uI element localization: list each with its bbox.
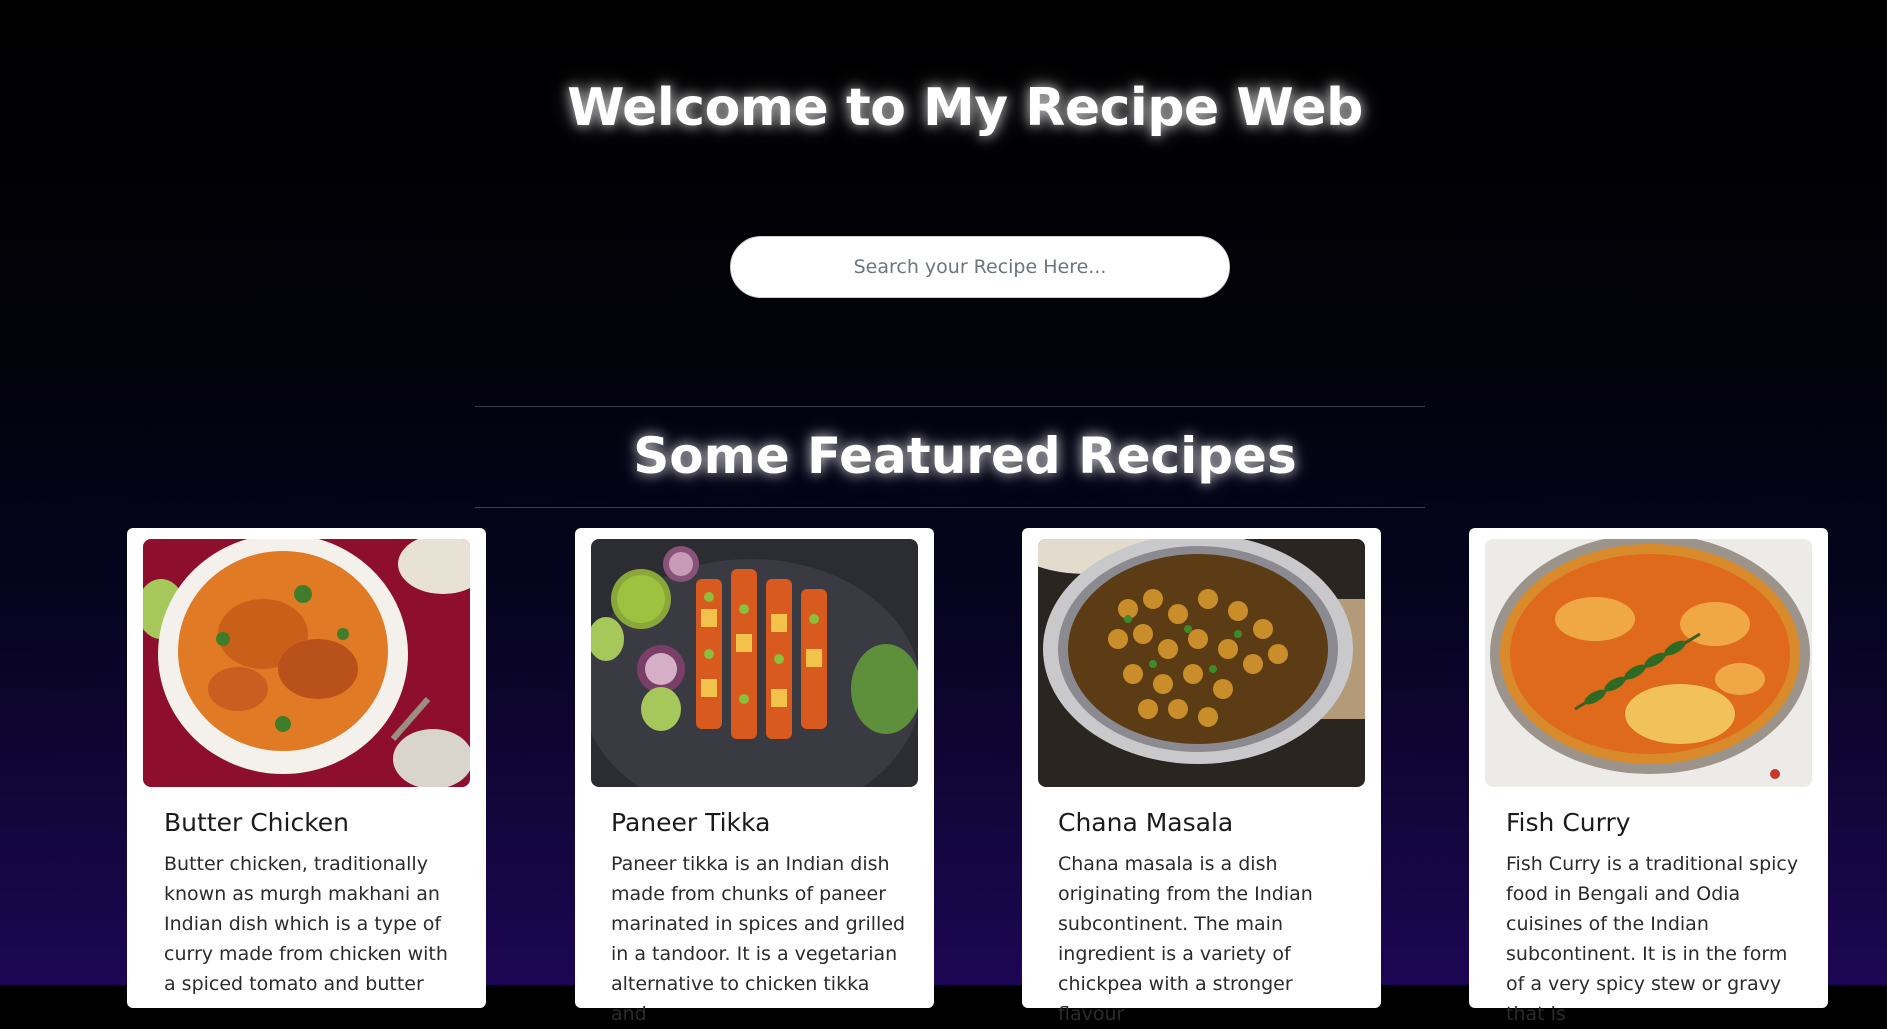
butter-chicken-photo bbox=[143, 539, 470, 787]
paneer-tikka-photo bbox=[591, 539, 918, 787]
search-bar bbox=[730, 236, 1230, 298]
recipe-card-title: Paneer Tikka bbox=[611, 808, 771, 837]
section-divider-top bbox=[475, 406, 1425, 407]
recipe-card-title: Chana Masala bbox=[1058, 808, 1234, 837]
recipe-card-title: Fish Curry bbox=[1506, 808, 1631, 837]
search-input[interactable] bbox=[730, 236, 1230, 298]
chana-masala-photo bbox=[1038, 539, 1365, 787]
recipe-card-description: Fish Curry is a traditional spicy food i… bbox=[1506, 853, 1799, 1025]
featured-section-title: Some Featured Recipes bbox=[633, 427, 1297, 485]
fish-curry-photo bbox=[1485, 539, 1812, 787]
recipe-card-description: Chana masala is a dish originating from … bbox=[1058, 853, 1313, 1025]
section-divider-bottom bbox=[475, 507, 1425, 508]
recipe-card-title: Butter Chicken bbox=[164, 808, 350, 837]
recipe-card-description: Paneer tikka is an Indian dish made from… bbox=[611, 853, 906, 1025]
recipe-card-description: Butter chicken, traditionally known as m… bbox=[164, 853, 448, 995]
page-title: Welcome to My Recipe Web bbox=[567, 78, 1363, 138]
